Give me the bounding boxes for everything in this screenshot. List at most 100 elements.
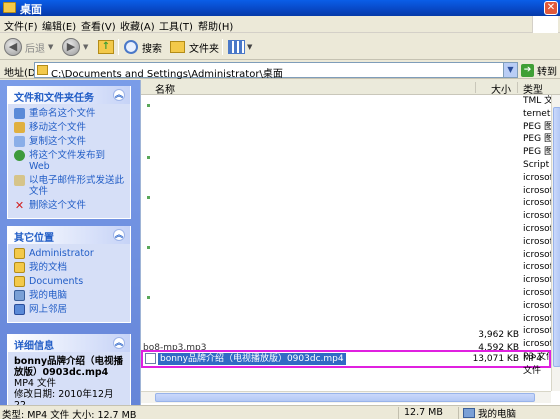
chevron-down-icon[interactable]: ▼ [503, 63, 517, 77]
menu-file[interactable]: 文件(F) [4, 18, 38, 33]
list-item[interactable]: icrosoft [523, 172, 551, 185]
list-item[interactable]: icrosoft [523, 236, 551, 249]
place-label: 我的电脑 [29, 290, 68, 301]
video-file-icon [145, 353, 156, 364]
horizontal-scrollbar[interactable] [141, 391, 551, 403]
menu-edit[interactable]: 编辑(E) [42, 18, 76, 33]
status-location: 我的电脑 [463, 406, 516, 419]
task-label: 以电子邮件形式发送此文件 [29, 175, 125, 197]
place-network[interactable]: 网上邻居 [14, 304, 124, 315]
list-item[interactable]: icrosoft [523, 313, 551, 326]
file-icon [147, 296, 150, 299]
up-folder-button[interactable]: ↑ [98, 37, 114, 57]
column-header: 名称 大小 类型 [141, 80, 560, 96]
go-label: 转到 [537, 67, 557, 78]
back-label: 后退 [25, 43, 45, 55]
place-documents[interactable]: Documents [14, 276, 124, 287]
globe-icon [14, 150, 25, 161]
task-label: 重命名这个文件 [29, 108, 96, 119]
collapse-icon[interactable]: ︽ [113, 229, 125, 241]
menu-help[interactable]: 帮助(H) [198, 18, 233, 33]
task-rename[interactable]: 重命名这个文件 [14, 108, 124, 119]
status-divider [458, 407, 459, 419]
list-item[interactable]: icrosoft [523, 261, 551, 274]
task-pane: 文件和文件夹任务 ︽ 重命名这个文件 移动这个文件 复制这个文件 将这个文件发布… [0, 80, 140, 405]
place-administrator[interactable]: Administrator [14, 248, 124, 259]
scroll-thumb[interactable] [155, 393, 535, 402]
list-item[interactable]: icrosoft [523, 223, 551, 236]
list-item[interactable]: icrosoft [523, 300, 551, 313]
file-icon [147, 156, 150, 159]
status-text: 类型: MP4 文件 大小: 12.7 MB [2, 410, 137, 419]
title-bar: 桌面 ✕ [0, 0, 560, 16]
task-delete[interactable]: ✕ 删除这个文件 [14, 200, 124, 211]
computer-icon [14, 290, 25, 301]
folders-button[interactable]: 文件夹 [170, 37, 219, 57]
task-email[interactable]: 以电子邮件形式发送此文件 [14, 175, 124, 197]
column-divider[interactable] [517, 82, 518, 93]
list-item[interactable]: ternet f [523, 108, 551, 121]
collapse-icon[interactable]: ︽ [113, 89, 125, 101]
column-name[interactable]: 名称 [155, 81, 175, 96]
list-item[interactable]: icrosoft [523, 325, 551, 338]
back-arrow-icon: ◀ [4, 38, 22, 56]
toolbar-divider [118, 39, 119, 55]
list-item[interactable]: icrosoft [523, 185, 551, 198]
list-item[interactable]: Script Sc [523, 159, 551, 172]
place-label: 网上邻居 [29, 304, 68, 315]
list-item[interactable]: icrosoft [523, 210, 551, 223]
task-label: 移动这个文件 [29, 122, 87, 133]
column-size[interactable]: 大小 [491, 81, 511, 96]
task-label: 删除这个文件 [29, 200, 87, 211]
other-places-header[interactable]: 其它位置 ︽ [8, 226, 130, 244]
list-item[interactable]: icrosoft [523, 249, 551, 262]
go-button[interactable]: ➔ 转到 [521, 63, 557, 78]
other-places-panel: 其它位置 ︽ Administrator 我的文档 Documents 我的电脑 [7, 226, 131, 323]
views-button[interactable]: ▼ [228, 37, 252, 57]
search-button[interactable]: 搜索 [124, 37, 162, 57]
delete-icon: ✕ [14, 199, 25, 212]
list-item[interactable]: icrosoft [523, 287, 551, 300]
close-button[interactable]: ✕ [544, 1, 558, 15]
window-title: 桌面 [20, 3, 42, 16]
task-move[interactable]: 移动这个文件 [14, 122, 124, 133]
file-size: 3,962 KB [478, 330, 519, 340]
forward-button[interactable]: ▶ ▼ [62, 37, 88, 57]
computer-icon [463, 408, 475, 418]
place-label: Administrator [29, 248, 94, 259]
place-my-computer[interactable]: 我的电脑 [14, 290, 124, 301]
collapse-icon[interactable]: ︽ [113, 337, 125, 349]
status-divider [398, 407, 399, 419]
toolbar: ◀ 后退 ▼ ▶ ▼ ↑ 搜索 文件夹 ▼ [0, 34, 560, 60]
place-my-documents[interactable]: 我的文档 [14, 262, 124, 273]
details-title: 详细信息 [14, 341, 54, 352]
details-header[interactable]: 详细信息 ︽ [8, 334, 130, 352]
views-icon [228, 40, 245, 54]
copy-icon [14, 136, 25, 147]
address-input[interactable]: C:\Documents and Settings\Administrator\… [34, 62, 518, 80]
dropdown-arrow-icon: ▼ [48, 43, 54, 51]
back-button[interactable]: ◀ 后退 ▼ [4, 37, 53, 57]
list-item[interactable]: PEG 图 [523, 146, 551, 159]
task-copy[interactable]: 复制这个文件 [14, 136, 124, 147]
list-item[interactable]: icrosoft [523, 197, 551, 210]
type-column: TML 文 ternet f PEG 图 PEG 图 PEG 图 Script … [523, 95, 551, 364]
menu-view[interactable]: 查看(V) [81, 18, 116, 33]
list-item[interactable]: PEG 图 [523, 121, 551, 134]
file-tasks-header[interactable]: 文件和文件夹任务 ︽ [8, 86, 130, 104]
column-type[interactable]: 类型 [523, 81, 543, 96]
details-modified: 修改日期: 2010年12月22 [14, 389, 114, 405]
search-label: 搜索 [142, 43, 162, 55]
list-item[interactable]: icrosoft [523, 274, 551, 287]
file-icon [147, 104, 150, 107]
list-item[interactable]: TML 文 [523, 95, 551, 108]
network-icon [14, 304, 25, 315]
scroll-thumb[interactable] [553, 107, 560, 367]
list-item[interactable]: PEG 图 [523, 133, 551, 146]
task-publish-web[interactable]: 将这个文件发布到 Web [14, 150, 124, 172]
menu-favorites[interactable]: 收藏(A) [120, 18, 155, 33]
menu-tools[interactable]: 工具(T) [159, 18, 193, 33]
vertical-scrollbar[interactable] [551, 95, 560, 391]
column-divider[interactable] [475, 82, 476, 93]
table-row-selected[interactable]: bonny品牌介绍（电视播放版）0903dc.mp4 13,071 KB MP4… [143, 353, 551, 376]
